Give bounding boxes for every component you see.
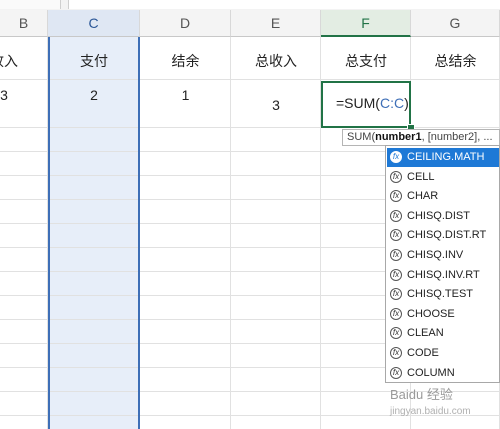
- cell-e2[interactable]: 3: [231, 97, 321, 113]
- autocomplete-item[interactable]: fx CODE: [387, 344, 499, 363]
- tooltip-function-name: SUM(: [347, 131, 376, 143]
- autocomplete-item-label: CHISQ.DIST: [407, 209, 470, 222]
- cell-c1[interactable]: 支付: [48, 51, 140, 71]
- autocomplete-item[interactable]: fx CLEAN: [387, 324, 499, 343]
- watermark-text: Baidu 经验: [390, 387, 453, 402]
- autocomplete-item[interactable]: fx CHISQ.DIST.RT: [387, 226, 499, 245]
- autocomplete-item-label: CHISQ.TEST: [407, 288, 474, 301]
- function-icon: fx: [390, 229, 402, 242]
- column-header-b[interactable]: B: [0, 10, 48, 37]
- cell-formula: =SUM(C:C): [336, 95, 409, 111]
- autocomplete-item-label: CELL: [407, 170, 435, 183]
- function-icon: fx: [390, 347, 402, 359]
- formula-prefix: =SUM(: [336, 95, 380, 111]
- function-icon: fx: [390, 268, 402, 281]
- cell-e1[interactable]: 总收入: [231, 51, 321, 71]
- column-header-e[interactable]: E: [231, 10, 321, 37]
- formula-input[interactable]: [68, 0, 500, 9]
- active-cell-f2[interactable]: =SUM(C:C): [321, 81, 411, 128]
- column-header-d[interactable]: D: [140, 10, 231, 37]
- autocomplete-item[interactable]: fx CHISQ.INV: [387, 246, 499, 265]
- autocomplete-item-label: COLUMN: [407, 366, 455, 379]
- function-icon: fx: [390, 307, 402, 320]
- autocomplete-item[interactable]: fx CEILING.MATH: [387, 148, 499, 167]
- autocomplete-item[interactable]: fx CHOOSE: [387, 305, 499, 324]
- cell-c2[interactable]: 2: [48, 87, 140, 103]
- autocomplete-item-label: CEILING.MATH: [407, 151, 485, 163]
- function-icon: fx: [390, 190, 402, 203]
- autocomplete-item[interactable]: fx CELL: [387, 168, 499, 187]
- tooltip-rest-args: , [number2], ...: [421, 131, 493, 143]
- autocomplete-item[interactable]: fx CHISQ.INV.RT: [387, 266, 499, 285]
- function-icon: fx: [390, 151, 402, 163]
- function-icon: fx: [390, 366, 402, 379]
- function-icon: fx: [390, 249, 402, 261]
- function-signature-tooltip: SUM(number1, [number2], ...: [342, 129, 500, 146]
- formula-range-reference: C:C: [379, 95, 405, 111]
- watermark: Baidu 经验 jingyan.baidu.com: [390, 384, 471, 417]
- grid-column-e: [231, 37, 321, 429]
- column-header-g[interactable]: G: [411, 10, 500, 37]
- autocomplete-item-label: CODE: [407, 347, 439, 359]
- autocomplete-item[interactable]: fx CHISQ.DIST: [387, 207, 499, 226]
- autocomplete-item-label: CLEAN: [407, 327, 444, 340]
- function-icon: fx: [390, 170, 402, 183]
- watermark-url: jingyan.baidu.com: [390, 406, 471, 417]
- function-icon: fx: [390, 327, 402, 340]
- formula-suffix: ): [404, 95, 409, 111]
- cell-b1[interactable]: 收入: [0, 51, 34, 71]
- function-autocomplete-list[interactable]: fx CEILING.MATH fx CELL fx CHAR fx CHISQ.DIST fx…: [385, 145, 500, 383]
- tooltip-current-arg: number1: [375, 131, 422, 143]
- cell-f1[interactable]: 总支付: [321, 51, 411, 71]
- column-header-f[interactable]: F: [321, 10, 411, 37]
- cell-b2[interactable]: 3: [0, 87, 10, 103]
- function-icon: fx: [390, 209, 402, 222]
- autocomplete-item[interactable]: fx CHISQ.TEST: [387, 285, 499, 304]
- name-box[interactable]: [0, 0, 61, 9]
- autocomplete-item-label: CHISQ.INV: [407, 249, 464, 261]
- autocomplete-item-label: CHAR: [407, 190, 439, 203]
- autocomplete-item-label: CHISQ.DIST.RT: [407, 229, 487, 242]
- autocomplete-item[interactable]: fx CHAR: [387, 187, 499, 206]
- function-icon: fx: [390, 288, 402, 301]
- cell-g1[interactable]: 总结余: [411, 51, 500, 71]
- column-header-c[interactable]: C: [48, 10, 140, 37]
- cell-d1[interactable]: 结余: [140, 51, 231, 71]
- autocomplete-item-label: CHISQ.INV.RT: [407, 268, 480, 281]
- autocomplete-item[interactable]: fx COLUMN: [387, 364, 499, 382]
- autocomplete-item-label: CHOOSE: [407, 307, 455, 320]
- cell-d2[interactable]: 1: [140, 87, 231, 103]
